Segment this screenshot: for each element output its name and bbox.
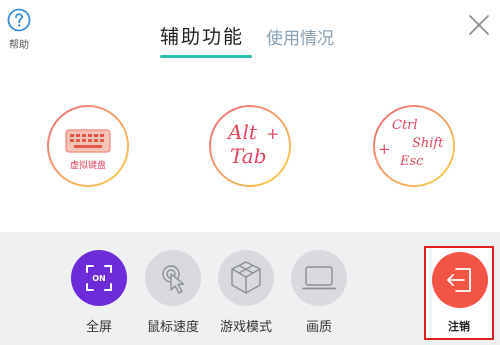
mouse-speed-button[interactable]: 鼠标速度: [140, 250, 206, 335]
fullscreen-button[interactable]: ON 全屏: [66, 250, 132, 335]
monitor-icon: [302, 266, 336, 290]
logout-icon: [447, 268, 471, 292]
virtual-keyboard-label: 虚拟键盘: [69, 161, 106, 171]
mouse-pointer-icon: [162, 265, 185, 294]
tab-usage[interactable]: 使用情况: [266, 24, 334, 49]
game-mode-circle: [218, 250, 274, 306]
keyboard-icon: [65, 129, 111, 153]
shift-key-label: Shift: [412, 136, 444, 151]
plus-sign: +: [378, 140, 391, 158]
alt-tab-button[interactable]: Alt + Tab: [208, 104, 292, 188]
plus-sign: +: [266, 124, 280, 143]
logout-highlight-box[interactable]: 注销: [424, 246, 494, 340]
logout-button[interactable]: [432, 252, 488, 308]
on-badge: ON: [92, 274, 106, 283]
help-button[interactable]: 帮助: [6, 8, 32, 51]
fullscreen-on-icon: ON: [86, 265, 112, 291]
tab-key-label: Tab: [230, 144, 267, 168]
tab-accessibility[interactable]: 辅助功能: [160, 22, 244, 49]
help-label: 帮助: [9, 40, 29, 51]
mouse-speed-circle: [145, 250, 201, 306]
esc-key-label: Esc: [400, 154, 424, 169]
active-tab-indicator: [160, 55, 252, 58]
alt-key-label: Alt: [228, 120, 257, 144]
help-icon: [7, 8, 31, 32]
quality-circle: [291, 250, 347, 306]
virtual-keyboard-button[interactable]: 虚拟键盘: [46, 104, 130, 188]
game-mode-label: 游戏模式: [219, 320, 272, 335]
close-icon[interactable]: [466, 12, 492, 38]
game-mode-button[interactable]: 游戏模式: [213, 250, 279, 335]
shortcut-panel: 虚拟键盘 Alt + Tab Ctrl + Shift Esc: [0, 72, 500, 232]
cube-icon: [231, 261, 261, 294]
quality-button[interactable]: 画质: [286, 250, 352, 335]
quality-label: 画质: [305, 320, 332, 335]
fullscreen-circle: ON: [71, 250, 127, 306]
mouse-speed-label: 鼠标速度: [146, 320, 199, 335]
fullscreen-label: 全屏: [85, 320, 112, 335]
header: 帮助 辅助功能 使用情况: [0, 0, 500, 72]
bottom-toolbar: ON 全屏 鼠标速度 游戏模式 画质 注销: [0, 232, 500, 345]
ctrl-key-label: Ctrl: [392, 118, 418, 133]
ctrl-shift-esc-button[interactable]: Ctrl + Shift Esc: [372, 104, 456, 188]
logout-label: 注销: [448, 320, 470, 333]
